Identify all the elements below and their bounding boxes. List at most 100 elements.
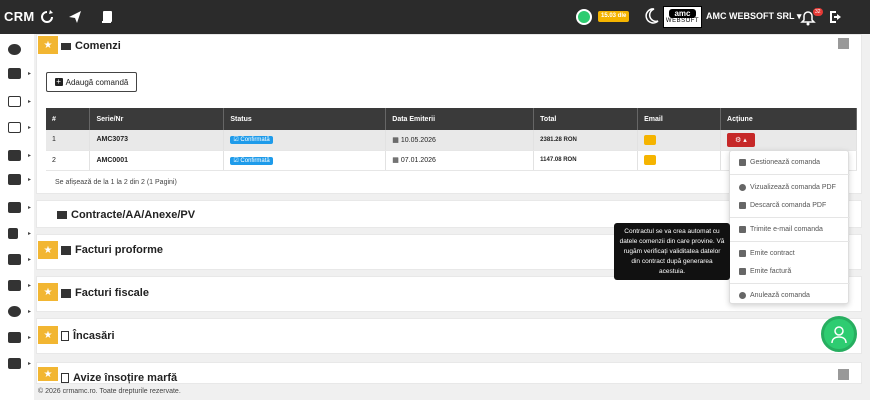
row-index: 2 [46, 150, 91, 171]
star-icon[interactable]: ★ [38, 367, 58, 381]
sidebar-item-settings[interactable]: ▸ [0, 302, 34, 320]
chevron-right-icon: ▸ [28, 308, 32, 315]
proforma-title-text: Facturi proforme [75, 244, 164, 256]
company-menu[interactable]: AMC WEBSOFT SRL ▾ [706, 11, 801, 22]
chevron-right-icon: ▸ [28, 360, 32, 367]
total-cell: 2381.28 RON [533, 130, 639, 151]
star-icon[interactable]: ★ [38, 283, 58, 301]
send-icon[interactable] [66, 8, 84, 26]
calendar-icon: ▦ [392, 136, 399, 144]
brand-logo[interactable]: CRM [4, 9, 35, 24]
col-index[interactable]: # [46, 108, 91, 130]
col-action[interactable]: Acțiune [720, 108, 857, 130]
eco-status-icon[interactable] [576, 9, 592, 25]
sidebar-item-database[interactable]: ▸ [0, 354, 34, 372]
menu-item-view-pdf[interactable]: Vizualizează comanda PDF [730, 180, 850, 194]
status-badge: ☑ Confirmată [230, 156, 273, 165]
building-icon [8, 227, 18, 239]
ban-icon [739, 291, 746, 299]
menu-divider [730, 283, 850, 284]
sidebar-item-documents[interactable]: ▸ [0, 224, 34, 242]
credit-badge[interactable]: 15.03 dle [598, 11, 630, 22]
dark-mode-icon[interactable] [645, 8, 659, 24]
table-row[interactable]: 1 AMC3073 ☑ Confirmată ▦ 10.05.2026 2381… [46, 130, 857, 151]
notification-count: 32 [813, 8, 823, 16]
col-number[interactable]: Serie/Nr [89, 108, 225, 130]
table-info: Se afișează de la 1 la 2 din 2 (1 Pagini… [55, 179, 177, 186]
notices-title-text: Avize însoțire marfă [73, 372, 178, 384]
col-total[interactable]: Total [533, 108, 639, 130]
sidebar-item-archive[interactable]: ▸ [0, 276, 34, 294]
star-icon[interactable]: ★ [38, 241, 58, 259]
status-text: Confirmată [240, 157, 270, 164]
email-cell [637, 150, 722, 171]
support-agent-button[interactable] [821, 316, 857, 352]
truck-icon [61, 42, 71, 50]
sidebar-item-users[interactable]: ▸ [0, 170, 34, 188]
collapse-button[interactable] [838, 38, 849, 49]
list-icon [8, 201, 21, 213]
menu-item-download-pdf[interactable]: Descarcă comanda PDF [730, 198, 850, 212]
collapse-button[interactable] [838, 369, 849, 380]
date-text: 10.05.2026 [400, 136, 436, 144]
email-icon[interactable] [644, 134, 657, 145]
sidebar-item-calendar[interactable]: ▸ [0, 118, 34, 136]
chevron-right-icon: ▸ [28, 334, 32, 341]
total-cell: 1147.08 RON [533, 150, 639, 171]
sidebar-item-list[interactable]: ▸ [0, 198, 34, 216]
logout-icon[interactable] [829, 10, 847, 26]
chevron-right-icon: ▸ [28, 204, 32, 211]
top-bar: CRM 15.03 dle amc WEBSOFT AMC WEBSOFT SR… [0, 0, 870, 34]
payments-title[interactable]: Încasări [61, 330, 115, 342]
row-index: 1 [46, 130, 91, 151]
col-email[interactable]: Email [637, 108, 722, 130]
support-agent-icon [831, 326, 847, 344]
email-icon[interactable] [644, 155, 657, 165]
menu-item-send-email[interactable]: Trimite e-mail comanda [730, 222, 850, 236]
menu-item-cancel[interactable]: Anulează comanda [730, 288, 850, 302]
sidebar-item-add-user[interactable]: ▸ [0, 146, 34, 164]
add-order-button[interactable]: + Adaugă comandă [46, 72, 137, 92]
sidebar-item-server[interactable]: ▸ [0, 328, 34, 346]
folder-icon [739, 249, 746, 257]
menu-divider [730, 241, 850, 242]
chevron-right-icon: ▸ [28, 256, 32, 263]
star-icon[interactable]: ★ [38, 326, 58, 344]
proforma-title[interactable]: Facturi proforme [61, 244, 163, 256]
sidebar: ▸ ▸ ▸ ▸ ▸ ▸ ▸ ▸ ▸ ▸ ▸ ▸ [0, 34, 34, 400]
col-status[interactable]: Status [223, 108, 387, 130]
col-date[interactable]: Data Emiterii [385, 108, 535, 130]
star-icon[interactable]: ★ [38, 36, 58, 54]
action-dropdown-button[interactable]: ⚙ ▴ [727, 132, 755, 147]
table-header-row: # Serie/Nr Status Data Emiterii Total Em… [46, 108, 857, 130]
menu-item-issue-contract[interactable]: Emite contract [730, 246, 850, 260]
contracts-title-text: Contracte/AA/Anexe/PV [71, 209, 196, 221]
server-icon [8, 331, 21, 343]
sidebar-item-dashboard[interactable] [0, 40, 34, 58]
plus-icon: + [54, 77, 63, 86]
add-order-label: Adaugă comandă [65, 77, 129, 87]
refresh-icon[interactable] [38, 8, 56, 26]
menu-item-manage[interactable]: Gestionează comanda [730, 155, 850, 169]
sidebar-item-products[interactable]: ▸ [0, 64, 34, 82]
download-icon [739, 201, 746, 209]
document-icon [61, 331, 69, 341]
sidebar-item-reports[interactable]: ▸ [0, 250, 34, 268]
bank-icon [61, 245, 71, 255]
menu-label: Emite contract [750, 249, 795, 257]
orders-title[interactable]: Comenzi [61, 40, 121, 52]
menu-item-issue-invoice[interactable]: Emite factură [730, 264, 850, 278]
users-icon [8, 173, 21, 185]
contracts-title[interactable]: Contracte/AA/Anexe/PV [57, 209, 195, 221]
book-icon[interactable] [98, 8, 116, 26]
notices-title[interactable]: Avize însoțire marfă [61, 372, 177, 384]
payments-title-text: Încasări [73, 330, 115, 342]
order-number: AMC3073 [89, 130, 225, 151]
user-plus-icon [8, 149, 21, 161]
bank-icon [61, 288, 71, 298]
fiscal-title[interactable]: Facturi fiscale [61, 287, 149, 299]
sidebar-item-mail[interactable]: ▸ [0, 92, 34, 110]
date-text: 07.01.2026 [400, 157, 436, 164]
contract-tooltip: Contractul se va crea automat cu datele … [614, 223, 730, 280]
menu-divider [730, 174, 850, 175]
